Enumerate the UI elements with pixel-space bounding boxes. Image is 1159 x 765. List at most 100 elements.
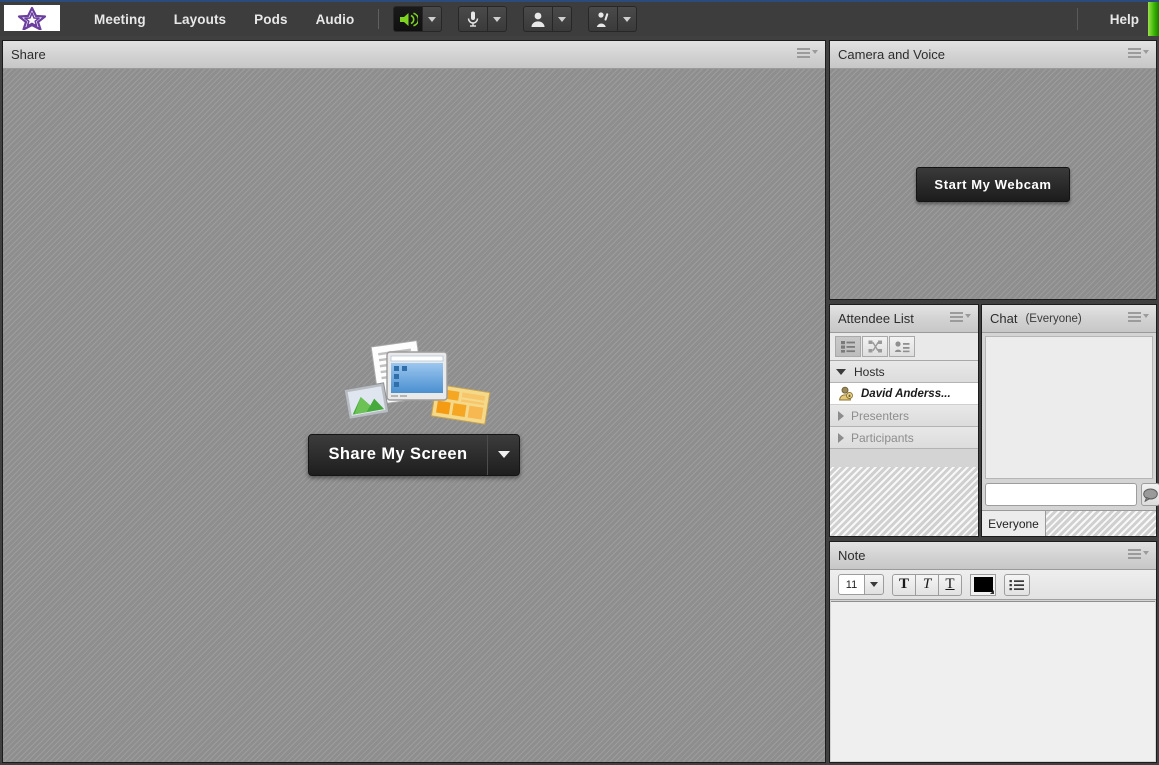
attendee-info-view-button[interactable] — [889, 336, 915, 357]
font-size-dropdown-button[interactable] — [864, 574, 884, 595]
chat-message-area — [985, 336, 1153, 479]
bold-button[interactable]: T — [892, 573, 916, 596]
chat-send-button[interactable] — [1141, 483, 1159, 506]
list-view-icon — [841, 341, 855, 353]
menubar-divider — [378, 9, 380, 29]
camera-button[interactable] — [523, 6, 554, 32]
help-area: Help — [1076, 8, 1159, 31]
pod-menu-icon — [797, 48, 810, 58]
chat-input[interactable] — [985, 483, 1137, 506]
attendee-group-label: Participants — [851, 430, 914, 445]
chat-tab-bar: Everyone — [982, 510, 1156, 536]
chevron-down-icon — [558, 16, 567, 22]
microphone-dropdown-button[interactable] — [488, 6, 508, 32]
chat-tab-empty-area — [1046, 510, 1156, 536]
start-my-webcam-button[interactable]: Start My Webcam — [916, 166, 1070, 202]
share-my-screen-button[interactable]: Share My Screen — [309, 435, 488, 475]
chat-pod-title: Chat — [990, 311, 1018, 326]
app-logo — [4, 5, 60, 31]
share-pod: Share Share My Screen — [2, 40, 826, 763]
camera-pod-title: Camera and Voice — [838, 47, 945, 62]
share-pod-menu-button[interactable] — [797, 48, 818, 58]
note-text-area[interactable] — [831, 601, 1155, 761]
attendee-list-view-button[interactable] — [835, 336, 861, 357]
underline-button[interactable]: T — [938, 573, 962, 596]
note-pod: Note 11 T T T — [829, 541, 1157, 763]
share-my-screen-dropdown-button[interactable] — [487, 434, 519, 475]
chat-bubble-icon — [1143, 488, 1158, 502]
chevron-down-icon — [493, 16, 502, 22]
attendee-info-icon — [894, 341, 910, 353]
menu-item-layouts[interactable]: Layouts — [160, 8, 240, 31]
menu-item-help[interactable]: Help — [1100, 8, 1149, 31]
camera-pod-header: Camera and Voice — [830, 41, 1156, 69]
chevron-down-icon — [1143, 314, 1149, 318]
speaker-button[interactable] — [393, 6, 424, 32]
text-color-button[interactable] — [970, 573, 996, 596]
attendee-breakout-view-button[interactable] — [862, 336, 888, 357]
note-pod-menu-button[interactable] — [1128, 549, 1149, 559]
font-size-value[interactable]: 11 — [838, 574, 864, 595]
chevron-down-icon — [965, 314, 971, 318]
purple-star-logo-icon — [17, 6, 47, 30]
attendee-name: David Anderss... — [861, 387, 951, 400]
raise-hand-control-group — [588, 6, 638, 32]
camera-dropdown-button[interactable] — [553, 6, 573, 32]
menu-item-list: Meeting Layouts Pods Audio — [80, 8, 368, 31]
attendee-group-label: Hosts — [854, 364, 885, 379]
share-pod-header: Share — [3, 41, 825, 69]
attendee-group-label: Presenters — [851, 408, 910, 423]
speaker-control-group — [393, 6, 443, 32]
camera-pod-menu-button[interactable] — [1128, 48, 1149, 58]
attendee-pod-header: Attendee List — [830, 305, 978, 333]
raise-hand-button[interactable] — [588, 6, 619, 32]
camera-control-group — [523, 6, 573, 32]
menu-item-audio[interactable]: Audio — [302, 8, 369, 31]
pod-menu-icon — [1128, 312, 1141, 322]
microphone-button[interactable] — [458, 6, 489, 32]
note-pod-header: Note — [830, 542, 1156, 570]
chat-pod: Chat (Everyone) Everyone — [981, 304, 1159, 537]
pod-menu-icon — [950, 312, 963, 322]
speaker-icon — [399, 11, 418, 27]
text-format-group: T T T — [892, 573, 962, 596]
attendee-list-pod: Attendee List Hosts David Anderss... Pre… — [829, 304, 979, 537]
share-my-screen-button-group: Share My Screen — [307, 433, 521, 476]
chevron-down-icon — [428, 16, 437, 22]
share-illustration — [329, 336, 499, 426]
bullet-list-button[interactable] — [1004, 573, 1030, 596]
chat-pod-scope: (Everyone) — [1025, 312, 1082, 325]
chevron-down-icon — [497, 451, 510, 458]
chat-tab-everyone[interactable]: Everyone — [982, 510, 1046, 536]
camera-and-voice-pod: Camera and Voice Start My Webcam — [829, 40, 1157, 300]
attendee-pod-title: Attendee List — [838, 311, 914, 326]
attendee-group-hosts[interactable]: Hosts — [830, 361, 978, 383]
menu-item-pods[interactable]: Pods — [240, 8, 301, 31]
pod-menu-icon — [1128, 549, 1141, 559]
person-camera-icon — [531, 12, 545, 27]
chevron-down-icon — [870, 582, 878, 587]
attendee-list-empty-area — [830, 467, 978, 536]
note-pod-title: Note — [838, 548, 866, 563]
italic-button[interactable]: T — [915, 573, 939, 596]
attendee-row-host-1[interactable]: David Anderss... — [830, 383, 978, 405]
raise-hand-icon — [596, 11, 609, 27]
chevron-down-icon — [812, 50, 818, 54]
chevron-right-icon — [838, 410, 844, 421]
attendee-view-toolbar — [830, 333, 978, 361]
chevron-down-icon — [623, 16, 632, 22]
share-pod-body: Share My Screen — [3, 69, 825, 762]
font-size-combo: 11 — [838, 574, 884, 595]
pod-menu-icon — [1128, 48, 1141, 58]
help-divider — [1076, 8, 1078, 30]
attendee-pod-menu-button[interactable] — [950, 312, 971, 322]
speaker-dropdown-button[interactable] — [423, 6, 443, 32]
chat-pod-menu-button[interactable] — [1128, 312, 1149, 322]
attendee-group-participants[interactable]: Participants — [830, 427, 978, 449]
chevron-right-icon — [838, 432, 844, 443]
share-content-icon — [343, 339, 491, 425]
raise-hand-dropdown-button[interactable] — [618, 6, 638, 32]
menu-item-meeting[interactable]: Meeting — [80, 8, 160, 31]
microphone-control-group — [458, 6, 508, 32]
attendee-group-presenters[interactable]: Presenters — [830, 405, 978, 427]
